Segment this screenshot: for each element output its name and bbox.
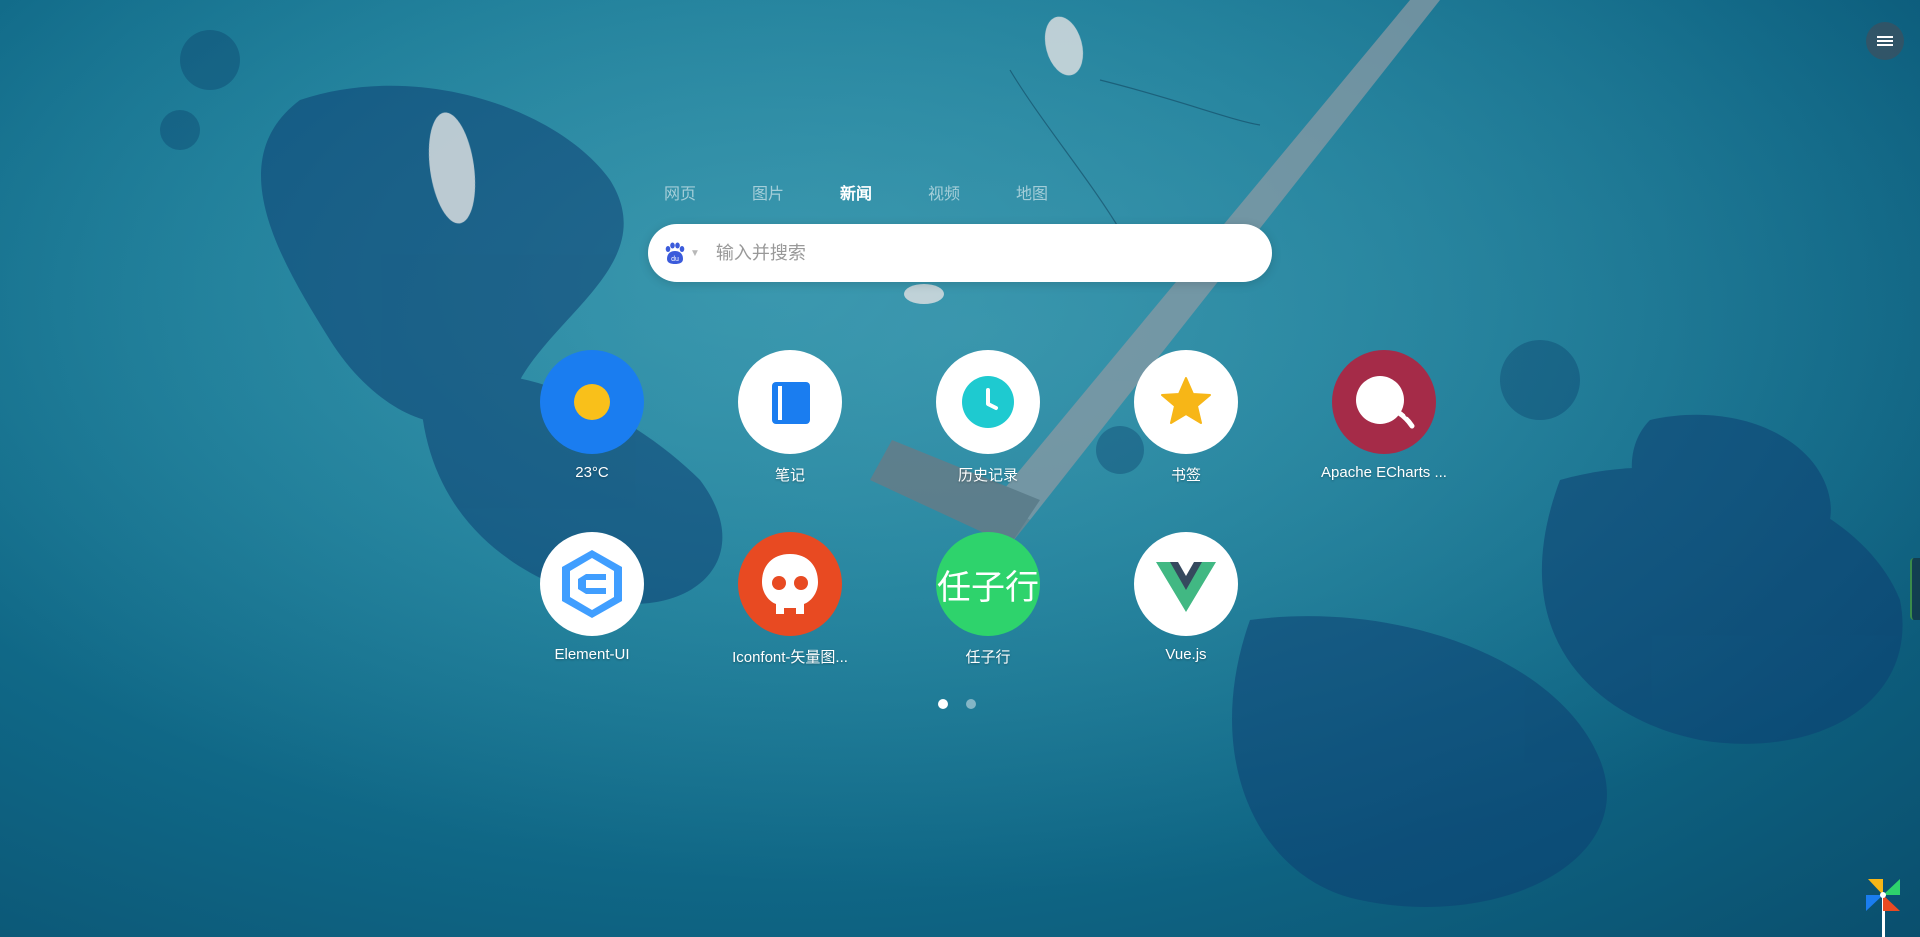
search-category-tabs: 网页 图片 新闻 视频 地图	[648, 180, 1088, 204]
new-tab-page: 网页 图片 新闻 视频 地图 du ▼ 输入并搜索 23°C 笔记 历史记录 书…	[0, 0, 1920, 937]
side-scroll-handle[interactable]	[1910, 558, 1920, 620]
app-tile-iconfont[interactable]: Iconfont-矢量图...	[710, 532, 870, 667]
app-tile-notes[interactable]: 笔记	[710, 350, 870, 485]
app-label: 任子行	[965, 649, 1011, 666]
app-label: 历史记录	[957, 467, 1018, 484]
app-label: 23°C	[575, 464, 609, 481]
app-tile-echarts[interactable]: Apache ECharts ...	[1304, 350, 1464, 481]
element-ui-logo-icon	[540, 532, 644, 636]
tab-images[interactable]: 图片	[736, 180, 824, 204]
vue-logo-icon	[1134, 532, 1238, 636]
renzixing-text-icon: 任子行	[936, 532, 1040, 636]
tab-web[interactable]: 网页	[648, 180, 736, 204]
echarts-logo-icon	[1332, 350, 1436, 454]
app-label: Apache ECharts ...	[1321, 464, 1447, 481]
star-icon	[1134, 350, 1238, 454]
baidu-paw-icon: du	[665, 242, 685, 264]
app-label: Iconfont-矢量图...	[732, 649, 848, 666]
app-tile-bookmarks[interactable]: 书签	[1106, 350, 1266, 485]
renzixing-icon-text: 任子行	[937, 567, 1039, 608]
tab-map[interactable]: 地图	[1000, 180, 1088, 204]
app-tile-renzixing[interactable]: 任子行 任子行	[908, 532, 1068, 667]
clock-icon	[936, 350, 1040, 454]
iconfont-skull-icon	[738, 532, 842, 636]
page-indicator	[938, 699, 976, 709]
app-tile-history[interactable]: 历史记录	[908, 350, 1068, 485]
svg-text:du: du	[671, 256, 679, 263]
page-dot-2[interactable]	[966, 699, 976, 709]
tab-video[interactable]: 视频	[912, 180, 1000, 204]
hamburger-menu-icon	[1877, 34, 1893, 48]
app-label: 书签	[1170, 467, 1201, 484]
search-input[interactable]	[713, 241, 1238, 265]
search-box: du ▼	[648, 224, 1272, 282]
page-dot-1[interactable]	[938, 699, 948, 709]
notebook-icon	[738, 350, 842, 454]
tab-news[interactable]: 新闻	[824, 180, 912, 204]
app-tile-vue[interactable]: Vue.js	[1106, 532, 1266, 663]
menu-button[interactable]	[1866, 22, 1904, 60]
search-engine-selector[interactable]: du ▼	[662, 241, 700, 265]
weather-sun-icon	[540, 350, 644, 454]
pinwheel-icon[interactable]	[1858, 867, 1908, 937]
app-tile-element-ui[interactable]: Element-UI	[512, 532, 672, 663]
app-label: Element-UI	[554, 646, 630, 663]
app-label: Vue.js	[1165, 646, 1207, 663]
app-label: 笔记	[774, 467, 805, 484]
app-shortcut-grid: 23°C 笔记 历史记录 书签 Apache ECharts ... Eleme…	[512, 350, 1447, 670]
chevron-down-icon: ▼	[690, 247, 700, 259]
app-tile-weather[interactable]: 23°C	[512, 350, 672, 481]
